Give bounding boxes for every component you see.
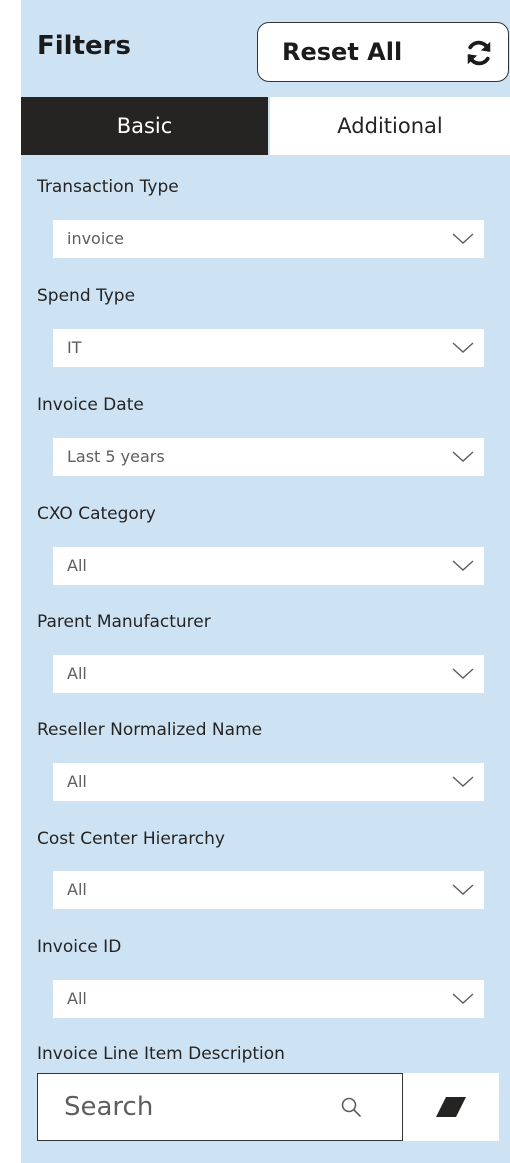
invoice-date-label: Invoice Date [37,395,144,415]
chevron-down-icon [452,776,474,787]
reseller-normalized-name-value: All [67,772,87,791]
chevron-down-icon [452,993,474,1004]
transaction-type-dropdown[interactable]: invoice [53,220,484,258]
filters-header: Filters Reset All [21,0,510,90]
filters-title: Filters [37,31,131,61]
spend-type-dropdown[interactable]: IT [53,329,484,367]
tab-basic[interactable]: Basic [21,97,268,155]
cxo-category-dropdown[interactable]: All [53,547,484,585]
parent-manufacturer-label: Parent Manufacturer [37,612,211,632]
cxo-category-value: All [67,556,87,575]
reseller-normalized-name-label: Reseller Normalized Name [37,720,263,740]
search-icon [341,1097,361,1117]
chevron-down-icon [452,342,474,353]
transaction-type-label: Transaction Type [37,177,179,197]
cxo-category-label: CXO Category [37,504,156,524]
cost-center-hierarchy-dropdown[interactable]: All [53,871,484,909]
chevron-down-icon [452,233,474,244]
tab-additional[interactable]: Additional [270,97,510,155]
filters-panel: Filters Reset All Basic Additional Trans… [21,0,510,1163]
cost-center-hierarchy-label: Cost Center Hierarchy [37,829,225,849]
invoice-date-dropdown[interactable]: Last 5 years [53,438,484,476]
reseller-normalized-name-dropdown[interactable]: All [53,763,484,801]
invoice-line-item-description-label: Invoice Line Item Description [37,1044,285,1064]
reset-all-label: Reset All [282,38,403,66]
search-input[interactable] [38,1074,338,1140]
filter-tabs: Basic Additional [21,97,510,155]
parent-manufacturer-value: All [67,664,87,683]
clear-search-button[interactable] [403,1073,499,1141]
cost-center-hierarchy-value: All [67,880,87,899]
parent-manufacturer-dropdown[interactable]: All [53,655,484,693]
eraser-icon [436,1097,466,1117]
refresh-icon [467,40,491,66]
search-box [37,1073,403,1141]
invoice-id-dropdown[interactable]: All [53,980,484,1018]
transaction-type-value: invoice [67,229,124,248]
chevron-down-icon [452,451,474,462]
invoice-date-value: Last 5 years [67,447,165,466]
invoice-id-label: Invoice ID [37,937,122,957]
chevron-down-icon [452,668,474,679]
chevron-down-icon [452,560,474,571]
chevron-down-icon [452,884,474,895]
spend-type-label: Spend Type [37,286,136,306]
reset-all-button[interactable]: Reset All [257,22,509,82]
invoice-id-value: All [67,989,87,1008]
spend-type-value: IT [67,338,82,357]
